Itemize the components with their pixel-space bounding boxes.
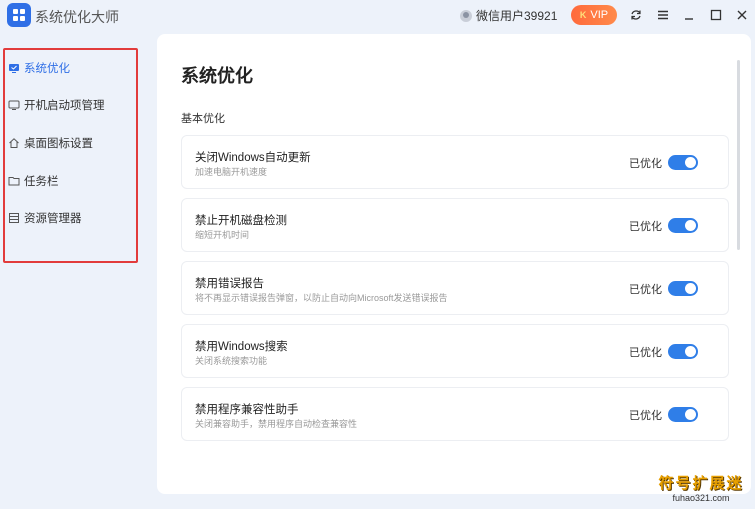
- sidebar-item-label: 任务栏: [24, 176, 59, 188]
- vip-label: VIP: [590, 9, 609, 21]
- watermark: 符号扩展迷 fuhao321.com: [655, 472, 747, 503]
- option-description: 加速电脑开机速度: [195, 167, 268, 177]
- option-toggle[interactable]: [668, 407, 698, 422]
- close-button[interactable]: [733, 6, 751, 24]
- sidebar-item-startup[interactable]: 开机启动项管理: [8, 97, 105, 113]
- option-card: 禁用Windows搜索 关闭系统搜索功能 已优化: [181, 324, 729, 378]
- sidebar-item-desktop-icons[interactable]: 桌面图标设置: [8, 135, 93, 151]
- title-bar: 系统优化大师 微信用户39921 K VIP: [0, 0, 755, 32]
- option-title: 禁止开机磁盘检测: [195, 215, 287, 227]
- option-title: 禁用程序兼容性助手: [195, 404, 299, 416]
- monitor-icon: [8, 100, 20, 110]
- menu-button[interactable]: [654, 6, 672, 24]
- option-description: 缩短开机时间: [195, 230, 250, 240]
- option-card: 关闭Windows自动更新 加速电脑开机速度 已优化: [181, 135, 729, 189]
- sidebar-item-system-optimize[interactable]: 系统优化: [8, 60, 70, 76]
- sidebar-item-label: 系统优化: [24, 63, 70, 75]
- refresh-button[interactable]: [627, 6, 645, 24]
- sidebar-item-label: 桌面图标设置: [24, 138, 93, 150]
- close-icon: [737, 10, 747, 20]
- option-title: 禁用错误报告: [195, 278, 264, 290]
- sidebar-item-taskbar[interactable]: 任务栏: [8, 173, 59, 189]
- section-title: 基本优化: [181, 113, 225, 125]
- user-name: 微信用户39921: [476, 9, 558, 23]
- app-title: 系统优化大师: [35, 9, 119, 25]
- user-account[interactable]: 微信用户39921: [460, 7, 557, 24]
- option-title: 禁用Windows搜索: [195, 341, 288, 353]
- option-card: 禁止开机磁盘检测 缩短开机时间 已优化: [181, 198, 729, 252]
- app-logo-icon: [7, 3, 31, 27]
- option-status: 已优化: [629, 158, 662, 170]
- option-card: 禁用程序兼容性助手 关闭兼容助手，禁用程序自动检查兼容性 已优化: [181, 387, 729, 441]
- maximize-button[interactable]: [707, 6, 725, 24]
- option-status: 已优化: [629, 347, 662, 359]
- sidebar-highlight-box: [3, 48, 138, 263]
- main-panel: 系统优化 基本优化 关闭Windows自动更新 加速电脑开机速度 已优化 禁止开…: [157, 34, 751, 494]
- option-toggle[interactable]: [668, 281, 698, 296]
- watermark-url: fuhao321.com: [672, 493, 730, 503]
- sidebar-item-explorer[interactable]: 资源管理器: [8, 210, 82, 226]
- home-icon: [9, 138, 19, 148]
- scrollbar[interactable]: [737, 60, 740, 250]
- minimize-icon: [685, 18, 693, 20]
- sidebar-item-label: 开机启动项管理: [24, 100, 105, 112]
- option-status: 已优化: [629, 410, 662, 422]
- refresh-icon: [631, 10, 641, 20]
- maximize-icon: [710, 9, 722, 21]
- vip-button[interactable]: K VIP: [571, 5, 617, 25]
- option-title: 关闭Windows自动更新: [195, 152, 311, 164]
- folder-icon: [8, 177, 20, 186]
- vip-k-icon: K: [579, 10, 587, 20]
- option-status: 已优化: [629, 284, 662, 296]
- page-title: 系统优化: [181, 66, 253, 86]
- monitor-badge-icon: [9, 64, 19, 73]
- option-toggle[interactable]: [668, 155, 698, 170]
- user-avatar-icon: [460, 9, 472, 22]
- menu-icon: [658, 10, 668, 20]
- minimize-button[interactable]: [680, 6, 698, 24]
- option-description: 关闭兼容助手，禁用程序自动检查兼容性: [195, 419, 358, 429]
- option-card: 禁用错误报告 将不再显示错误报告弹窗，以防止自动向Microsoft发送错误报告…: [181, 261, 729, 315]
- list-icon: [9, 213, 19, 223]
- sidebar-item-label: 资源管理器: [24, 213, 82, 225]
- option-description: 将不再显示错误报告弹窗，以防止自动向Microsoft发送错误报告: [195, 293, 448, 303]
- option-toggle[interactable]: [668, 344, 698, 359]
- option-description: 关闭系统搜索功能: [195, 356, 268, 366]
- option-status: 已优化: [629, 221, 662, 233]
- option-toggle[interactable]: [668, 218, 698, 233]
- watermark-title: 符号扩展迷: [658, 475, 744, 492]
